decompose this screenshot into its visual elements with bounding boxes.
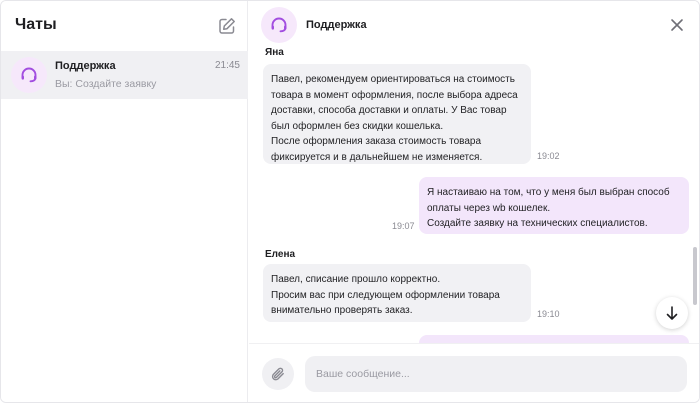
conversation-panel: Поддержка Яна Павел, рекомендуем ориенти… — [249, 1, 699, 402]
paperclip-icon — [271, 367, 284, 381]
chat-list-item-support[interactable]: Поддержка 21:45 Вы: Создайте заявку — [1, 51, 248, 99]
chat-list-panel: Чаты Поддержка 21:45 Вы: Создайте заявку — [1, 1, 248, 402]
message-bubble-incoming: Павел, рекомендуем ориентироваться на ст… — [263, 64, 531, 164]
message-time: 19:10 — [537, 309, 560, 319]
arrow-down-icon — [666, 306, 678, 320]
message-bubble-incoming: Павел, списание прошло корректно. Просим… — [263, 264, 531, 322]
message-time: 19:07 — [392, 221, 415, 231]
chat-time: 21:45 — [214, 60, 240, 71]
message-composer — [249, 343, 699, 402]
chat-list-title: Чаты — [15, 16, 57, 33]
compose-button[interactable] — [217, 16, 237, 36]
message-author: Елена — [265, 249, 296, 260]
edit-square-icon — [219, 18, 235, 34]
conversation-title: Поддержка — [306, 19, 367, 31]
headset-icon — [21, 67, 37, 83]
chat-name: Поддержка — [55, 60, 116, 72]
close-icon — [671, 19, 683, 31]
chat-preview: Вы: Создайте заявку — [55, 78, 157, 90]
message-input[interactable] — [305, 356, 687, 392]
message-list[interactable]: Яна Павел, рекомендуем ориентироваться н… — [249, 41, 699, 343]
message-bubble-outgoing: Я настаиваю на том, что у меня был выбра… — [419, 177, 689, 234]
avatar — [261, 7, 297, 43]
scroll-down-button[interactable] — [656, 297, 688, 329]
attach-button[interactable] — [262, 358, 294, 390]
chat-window: Чаты Поддержка 21:45 Вы: Создайте заявку — [0, 0, 700, 403]
message-time: 19:02 — [537, 151, 560, 161]
message-author: Яна — [265, 47, 284, 58]
chat-list-header: Чаты — [1, 1, 248, 51]
close-button[interactable] — [668, 16, 686, 34]
messages-scrollbar[interactable] — [693, 247, 697, 305]
conversation-header: Поддержка — [249, 1, 699, 47]
headset-icon — [271, 17, 287, 33]
avatar — [11, 57, 47, 93]
message-bubble-outgoing-partial — [419, 335, 689, 343]
